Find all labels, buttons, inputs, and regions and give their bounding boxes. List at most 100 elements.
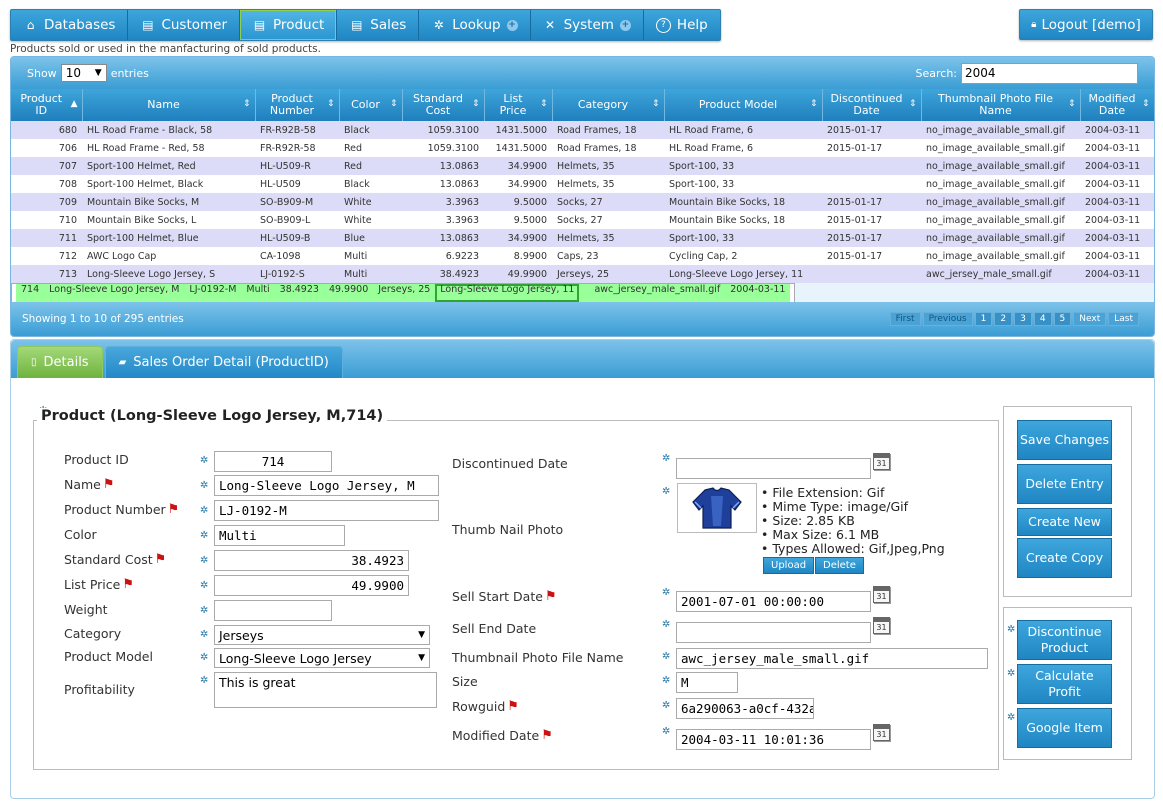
product-model-select[interactable]: Long-Sleeve Logo Jersey ▼ xyxy=(214,648,430,668)
nav-sales[interactable]: ▤ Sales xyxy=(337,10,420,40)
column-header[interactable]: Product Number ⇕ xyxy=(255,89,340,121)
delete-photo-button[interactable]: Delete xyxy=(815,557,864,574)
sort-icon: ⇕ xyxy=(1067,99,1076,109)
profitability-textarea[interactable]: This is great xyxy=(214,672,437,708)
name-field[interactable]: Long-Sleeve Logo Jersey, M xyxy=(214,475,439,496)
tab-sales-order-detail[interactable]: ▰ Sales Order Detail (ProductID) xyxy=(104,346,343,378)
nav-databases[interactable]: ⌂ Databases xyxy=(11,10,129,40)
table-cell: 2015-01-17 xyxy=(822,229,921,247)
label-text: Category xyxy=(64,626,122,641)
column-header[interactable]: Product Model ⇕ xyxy=(664,89,823,121)
column-header[interactable]: Thumbnail Photo File Name ⇕ xyxy=(921,89,1081,121)
list-price-field[interactable]: 49.9900 xyxy=(214,575,409,596)
flag-icon: ⚑ xyxy=(167,502,180,517)
tab-details[interactable]: ▯ Details xyxy=(17,346,103,378)
pager-button[interactable]: 1 xyxy=(974,312,993,326)
nav-system[interactable]: ✕ System + xyxy=(531,10,644,40)
column-header[interactable]: Product ID ▲ xyxy=(11,89,83,121)
modified-date-field[interactable]: 2004-03-11 10:01:36 xyxy=(676,729,871,750)
calendar-icon[interactable]: 31 xyxy=(873,453,890,470)
sort-icon: ⇕ xyxy=(1141,99,1150,109)
rowguid-field[interactable]: 6a290063-a0cf-432a xyxy=(676,698,814,719)
entries-label: entries xyxy=(110,66,149,80)
standard-cost-field[interactable]: 38.4923 xyxy=(214,550,409,571)
label-product-number: Product Number ⚑ xyxy=(64,502,179,517)
pager-button[interactable]: Last xyxy=(1108,312,1139,326)
table-row[interactable]: 680 HL Road Frame - Black, 58 FR-R92B-58 Bl… xyxy=(11,121,1154,139)
category-select[interactable]: Jerseys ▼ xyxy=(214,625,430,645)
table-row[interactable]: 706 HL Road Frame - Red, 58 FR-R92R-58 Red 1… xyxy=(11,139,1154,157)
table-row[interactable]: 714 Long-Sleeve Logo Jersey, M LJ-0192-M Mu… xyxy=(11,283,796,303)
gear-icon: ✲ xyxy=(200,455,209,466)
size-field[interactable]: M xyxy=(676,672,738,693)
nav-help[interactable]: ? Help xyxy=(644,10,720,40)
calendar-icon[interactable]: 31 xyxy=(873,617,890,634)
table-cell: LJ-0192-S xyxy=(255,265,339,283)
file-info-list: File Extension: Gif Mime Type: image/Gif… xyxy=(761,486,944,556)
nav-product[interactable]: ▤ Product xyxy=(240,10,338,40)
table-row[interactable]: 710 Mountain Bike Socks, L SO-B909-L White 3… xyxy=(11,211,1154,229)
gear-icon: ✲ xyxy=(200,605,209,616)
table-cell: Sport-100 Helmet, Red xyxy=(82,157,255,175)
flag-icon: ⚑ xyxy=(102,477,115,492)
table-row[interactable]: 713 Long-Sleeve Logo Jersey, S LJ-0192-S Mu… xyxy=(11,265,1154,283)
column-header[interactable]: Name ⇕ xyxy=(82,89,256,121)
search-label: Search: xyxy=(915,66,958,80)
discontinue-product-button[interactable]: Discontinue Product xyxy=(1017,620,1112,660)
calendar-icon[interactable]: 31 xyxy=(873,724,890,741)
pager-button[interactable]: 4 xyxy=(1033,312,1052,326)
sell-start-date-field[interactable]: 2001-07-01 00:00:00 xyxy=(676,591,871,612)
search-input[interactable] xyxy=(961,62,1138,84)
table-row[interactable]: 712 AWC Logo Cap CA-1098 Multi 6.9223 8.9900 C… xyxy=(11,247,1154,265)
sell-end-date-field[interactable] xyxy=(676,622,871,643)
upload-button[interactable]: Upload xyxy=(763,557,815,574)
table-cell: 34.9900 xyxy=(484,229,552,247)
page-length-select[interactable]: 10 ▼ xyxy=(60,64,107,82)
column-header[interactable]: Color ⇕ xyxy=(339,89,403,121)
label-thumb-nail-photo: Thumb Nail Photo xyxy=(452,522,563,537)
gear-icon: ✲ xyxy=(200,652,209,663)
column-header[interactable]: Modified Date ⇕ xyxy=(1080,89,1154,121)
thumbnail-file-name-field[interactable]: awc_jersey_male_small.gif xyxy=(676,648,988,669)
google-item-button[interactable]: Google Item xyxy=(1017,708,1112,748)
label-name: Name ⚑ xyxy=(64,477,115,492)
column-header[interactable]: Discontinued Date ⇕ xyxy=(822,89,922,121)
table-cell: Caps, 23 xyxy=(552,247,664,265)
page-length-value: 10 xyxy=(65,66,81,80)
column-header[interactable]: Category ⇕ xyxy=(552,89,665,121)
pager-button[interactable]: 2 xyxy=(994,312,1013,326)
table-row[interactable]: 711 Sport-100 Helmet, Blue HL-U509-B Blue 13… xyxy=(11,229,1154,247)
sort-asc-icon: ▲ xyxy=(70,99,78,109)
color-field[interactable]: Multi xyxy=(214,525,345,546)
chevron-down-icon: ▼ xyxy=(418,630,425,640)
product-id-field[interactable]: 714 xyxy=(214,451,332,472)
pager-button[interactable]: First xyxy=(889,312,921,326)
table-cell: 706 xyxy=(11,139,82,157)
create-new-button[interactable]: Create New xyxy=(1017,508,1112,536)
column-header[interactable]: List Price ⇕ xyxy=(484,89,553,121)
product-number-field[interactable]: LJ-0192-M xyxy=(214,500,439,521)
logout-button[interactable]: 🔒︎ Logout [demo] xyxy=(1019,9,1153,40)
table-row[interactable]: 708 Sport-100 Helmet, Black HL-U509 Black 13… xyxy=(11,175,1154,193)
table-row[interactable]: 707 Sport-100 Helmet, Red HL-U509-R Red 13.0… xyxy=(11,157,1154,175)
table-cell: Black xyxy=(339,175,402,193)
weight-field[interactable] xyxy=(214,600,332,621)
discontinued-date-field[interactable] xyxy=(676,458,871,479)
calendar-icon[interactable]: 31 xyxy=(873,586,890,603)
pager-button[interactable]: Previous xyxy=(922,312,973,326)
table-row[interactable]: 709 Mountain Bike Socks, M SO-B909-M White 3… xyxy=(11,193,1154,211)
pager-button[interactable]: Next xyxy=(1073,312,1107,326)
expand-icon: + xyxy=(619,19,631,31)
table-cell: 49.9900 xyxy=(323,284,374,302)
nav-lookup[interactable]: ✲ Lookup + xyxy=(419,10,531,40)
column-header[interactable]: Standard Cost ⇕ xyxy=(402,89,485,121)
save-changes-button[interactable]: Save Changes xyxy=(1017,420,1112,460)
nav-customer[interactable]: ▤ Customer xyxy=(128,10,241,40)
create-copy-button[interactable]: Create Copy xyxy=(1017,538,1112,578)
delete-entry-button[interactable]: Delete Entry xyxy=(1017,464,1112,504)
pager-button[interactable]: 5 xyxy=(1053,312,1072,326)
calculate-profit-button[interactable]: Calculate Profit xyxy=(1017,664,1112,704)
pager-button[interactable]: 3 xyxy=(1014,312,1032,326)
table-cell: 13.0863 xyxy=(402,175,484,193)
table-cell: White xyxy=(339,211,402,229)
